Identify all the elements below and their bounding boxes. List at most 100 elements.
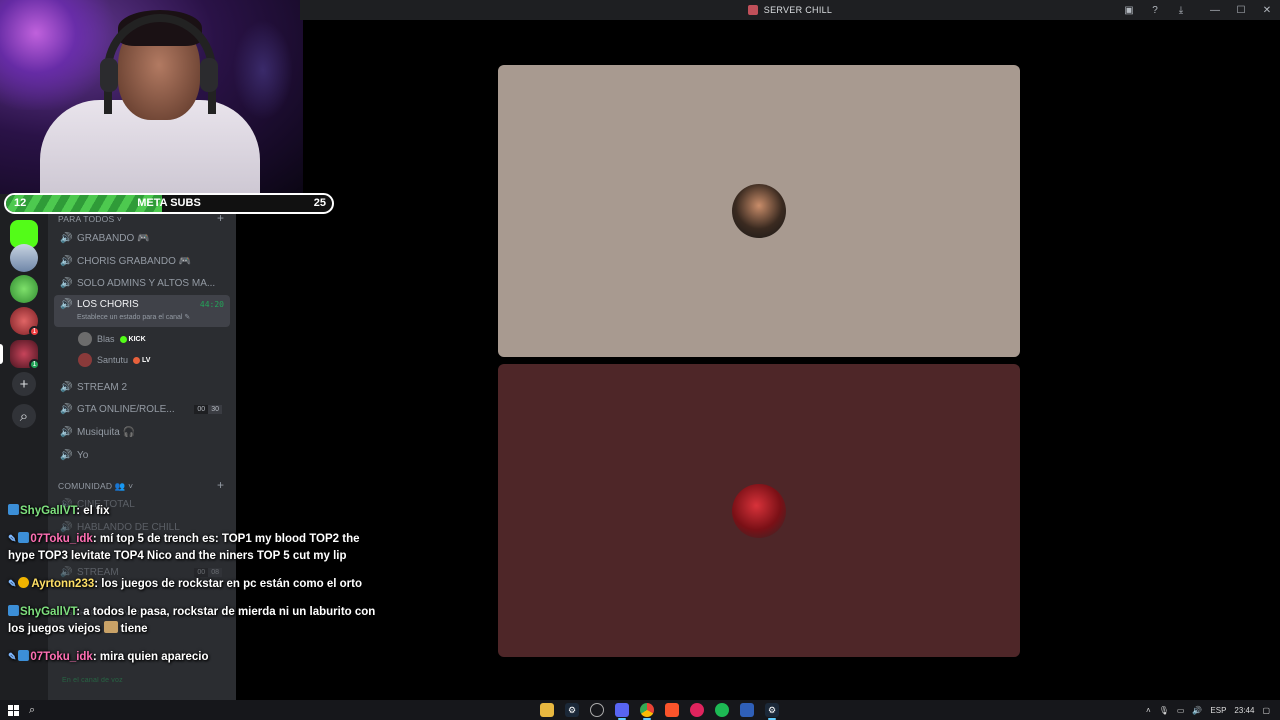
coin-icon <box>18 577 30 588</box>
speaker-icon: 🔊 <box>60 277 73 289</box>
chat-text: los juegos de rockstar en pc están como … <box>101 578 363 590</box>
chat-text: el fix <box>83 505 110 517</box>
member-tag-label: LV <box>142 356 151 364</box>
window-title: SERVER CHILL <box>747 5 833 15</box>
video-tile[interactable] <box>498 65 1020 357</box>
category-label: PARA TODOS <box>58 214 115 224</box>
chevron-up-icon[interactable]: ˄ <box>1146 706 1151 715</box>
speaker-icon: 🔊 <box>60 381 73 393</box>
help-icon[interactable]: ? <box>1142 0 1168 20</box>
headset-ear-left <box>100 58 118 92</box>
speaker-icon: 🔊 <box>60 299 73 310</box>
volume-icon[interactable]: 🔊 <box>1192 706 1202 715</box>
chat-username: Ayrtonn233 <box>31 578 95 590</box>
voice-channel[interactable]: 🔊 Yo <box>54 445 230 465</box>
member-tag-label: KICK <box>128 335 146 343</box>
headset-ear-right <box>200 58 218 92</box>
channel-name: SOLO ADMINS Y ALTOS MA... <box>77 277 216 289</box>
channel-status[interactable]: Establece un estado para el canal ✎ <box>77 313 190 321</box>
voice-channel[interactable]: 🔊 Musiquita 🎧 <box>54 422 230 442</box>
add-server-icon[interactable]: + <box>12 372 36 396</box>
pin-icon: ✎ <box>8 534 17 545</box>
emote-icon <box>103 621 118 633</box>
server-icon <box>747 5 758 15</box>
network-icon[interactable]: ▭ <box>1177 706 1185 715</box>
media-icon[interactable] <box>690 703 704 717</box>
background-shadow <box>233 20 293 120</box>
chrome-icon[interactable] <box>640 703 654 720</box>
voice-member[interactable]: Blas KICK <box>78 330 146 348</box>
sub-goal-bar: 12 META SUBS 25 <box>4 193 334 214</box>
channel-status-text: Establece un estado para el canal <box>77 314 183 321</box>
voice-channel-active[interactable]: 🔊 LOS CHORIS 44:20 Establece un estado pa… <box>54 295 230 327</box>
microphone-icon[interactable]: 🎙 <box>1159 706 1169 715</box>
clock-icon[interactable] <box>590 703 604 717</box>
minimize-icon[interactable]: — <box>1202 0 1228 20</box>
chat-message: ✎ 07Toku_idk: mira quien aparecio <box>8 650 209 663</box>
category-para-todos[interactable]: PARA TODOS ˅ <box>58 214 122 224</box>
channel-name: GRABANDO 🎮 <box>77 232 150 244</box>
chat-message: ShyGallVT: el fix <box>8 503 380 520</box>
speaker-icon: 🔊 <box>60 403 73 415</box>
chat-username: ShyGallVT <box>20 606 77 618</box>
chat-username: ShyGallVT <box>20 505 77 517</box>
server-icon-frog[interactable] <box>10 275 38 303</box>
channel-name: Yo <box>77 449 89 461</box>
steam2-icon[interactable]: ⚙ <box>765 703 779 720</box>
spotify-icon[interactable] <box>715 703 729 717</box>
maximize-icon[interactable]: ☐ <box>1228 0 1254 20</box>
language-indicator[interactable]: ESP <box>1210 706 1226 715</box>
discover-icon[interactable]: ⌕ <box>12 404 36 428</box>
stream-chat-overlay: ShyGallVT: el fix ✎ 07Toku_idk: mí top 5 … <box>8 503 380 666</box>
voice-channel[interactable]: 🔊 CHORIS GRABANDO 🎮 <box>54 251 230 271</box>
download-icon[interactable]: ⤓ <box>1168 0 1194 20</box>
windows-taskbar: ⌕ ⚙ ⚙ ˄ 🎙 ▭ 🔊 ESP 23:44 ▢ <box>0 700 1280 720</box>
windows-start-icon[interactable] <box>8 704 19 716</box>
window-title-text: SERVER CHILL <box>763 5 833 15</box>
unread-badge: 1 <box>29 359 40 370</box>
inbox-icon[interactable]: ▣ <box>1116 0 1142 20</box>
brave-icon[interactable] <box>665 703 679 717</box>
participant-avatar <box>732 483 786 538</box>
voice-channel[interactable]: 🔊 GRABANDO 🎮 <box>54 228 230 248</box>
call-timer: 44:20 <box>199 300 224 309</box>
file-explorer-icon[interactable] <box>540 703 554 717</box>
voice-channel[interactable]: 🔊 STREAM 2 <box>54 377 230 397</box>
server-icon-red[interactable]: 1 <box>10 307 40 337</box>
category-label: COMUNIDAD <box>58 481 113 491</box>
chat-message: ✎ Ayrtonn233: los juegos de rockstar en p… <box>8 577 363 590</box>
category-comunidad[interactable]: COMUNIDAD 👥 ˅ <box>58 481 133 492</box>
search-icon[interactable]: ⌕ <box>29 704 35 717</box>
video-tile[interactable] <box>498 364 1020 657</box>
avatar <box>78 332 92 346</box>
pin-icon: ✎ <box>8 579 17 590</box>
server-icon-chill[interactable]: 1 <box>10 340 40 370</box>
screen: 1 1 + ⌕ memes PARA TODOS ˅ + 🔊GRABANDO 🎮… <box>0 0 1280 720</box>
user-count: 00 <box>194 404 209 414</box>
member-tag: LV <box>133 356 151 364</box>
badge-icon <box>8 605 19 616</box>
server-icon-dogs[interactable] <box>10 244 38 272</box>
notification-icon[interactable]: ▢ <box>1262 706 1270 715</box>
background-lights <box>0 0 120 110</box>
close-icon[interactable]: ✕ <box>1254 0 1280 20</box>
clock-time[interactable]: 23:44 <box>1234 706 1254 715</box>
kick-icon <box>119 335 127 343</box>
chat-message: ShyGallVT: a todos le pasa, rockstar de … <box>8 605 376 635</box>
voice-channel[interactable]: 🔊 SOLO ADMINS Y ALTOS MA... <box>54 273 230 293</box>
add-channel-icon[interactable]: + <box>217 478 224 492</box>
speaker-icon: 🔊 <box>60 449 73 461</box>
chat-message: ✎ 07Toku_idk: mí top 5 de trench es: TOP1… <box>8 532 360 562</box>
speaker-icon: 🔊 <box>60 426 73 438</box>
badge-icon <box>18 532 30 543</box>
steam-icon[interactable]: ⚙ <box>565 703 579 717</box>
channel-name: CHORIS GRABANDO 🎮 <box>77 255 192 267</box>
voice-member[interactable]: Santutu LV <box>78 351 150 369</box>
app-icon[interactable] <box>740 703 754 717</box>
voice-connection-status: En el canal de voz <box>62 677 123 684</box>
chat-username: 07Toku_idk <box>30 533 93 545</box>
discord-icon[interactable] <box>615 703 629 720</box>
voice-channel[interactable]: 🔊 GTA ONLINE/ROLE... 00 30 <box>54 399 230 419</box>
pin-icon: ✎ <box>8 652 17 663</box>
chat-text: mira quien aparecio <box>99 651 209 663</box>
